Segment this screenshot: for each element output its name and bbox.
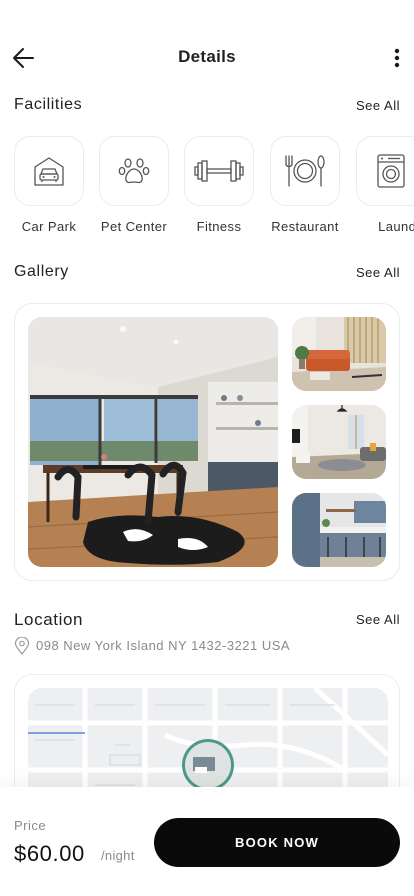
facility-label: Restaurant	[271, 219, 339, 234]
top-bar: Details	[0, 36, 414, 80]
facility-car-park[interactable]: Car Park	[14, 136, 84, 234]
facility-tile	[184, 136, 254, 206]
page-title: Details	[178, 47, 236, 66]
fork-plate-spoon-icon	[285, 155, 325, 187]
paw-icon	[118, 158, 150, 184]
facility-label: Laundry	[378, 219, 414, 234]
price-caption: Price	[14, 818, 47, 833]
facilities-header: Facilities See All	[14, 96, 400, 118]
garage-car-icon	[34, 157, 64, 186]
dining-room-photo[interactable]	[28, 317, 278, 567]
map-pin-icon	[14, 637, 30, 655]
gallery-see-all-link[interactable]: See All	[356, 265, 400, 280]
price-value: $60.00	[14, 841, 85, 866]
facility-restaurant[interactable]: Restaurant	[270, 136, 340, 234]
facility-tile	[270, 136, 340, 206]
facility-laundry[interactable]: Laundry	[356, 136, 414, 234]
facility-tile	[99, 136, 169, 206]
location-title: Location	[14, 610, 84, 629]
gallery-card	[14, 303, 400, 581]
address-row: 098 New York Island NY 1432-3221 USA	[14, 637, 400, 655]
booking-bar: Price $60.00 /night BOOK NOW	[0, 787, 414, 896]
kitchen-blue-cabinets-photo[interactable]	[292, 493, 386, 567]
address-text: 098 New York Island NY 1432-3221 USA	[36, 638, 291, 653]
location-see-all-link[interactable]: See All	[356, 612, 400, 627]
gallery-title: Gallery	[14, 263, 69, 280]
facility-tile	[356, 136, 414, 206]
facility-tile	[14, 136, 84, 206]
price-unit: /night	[101, 848, 135, 863]
facilities-list: Car Park Pet Center Fitness Restaurant L…	[14, 136, 414, 236]
living-room-orange-sofa-photo[interactable]	[292, 317, 386, 391]
facility-pet-center[interactable]: Pet Center	[99, 136, 169, 234]
location-header: Location See All	[14, 610, 400, 632]
dumbbell-icon	[194, 160, 244, 182]
book-now-button[interactable]: BOOK NOW	[154, 818, 400, 867]
washing-machine-icon	[377, 154, 405, 188]
more-vertical-icon	[394, 48, 400, 68]
more-options-button[interactable]	[382, 44, 406, 72]
living-room-grey-sofa-photo[interactable]	[292, 405, 386, 479]
facilities-see-all-link[interactable]: See All	[356, 98, 400, 113]
facilities-title: Facilities	[14, 96, 83, 113]
gallery-header: Gallery See All	[14, 263, 400, 285]
facility-fitness[interactable]: Fitness	[184, 136, 254, 234]
